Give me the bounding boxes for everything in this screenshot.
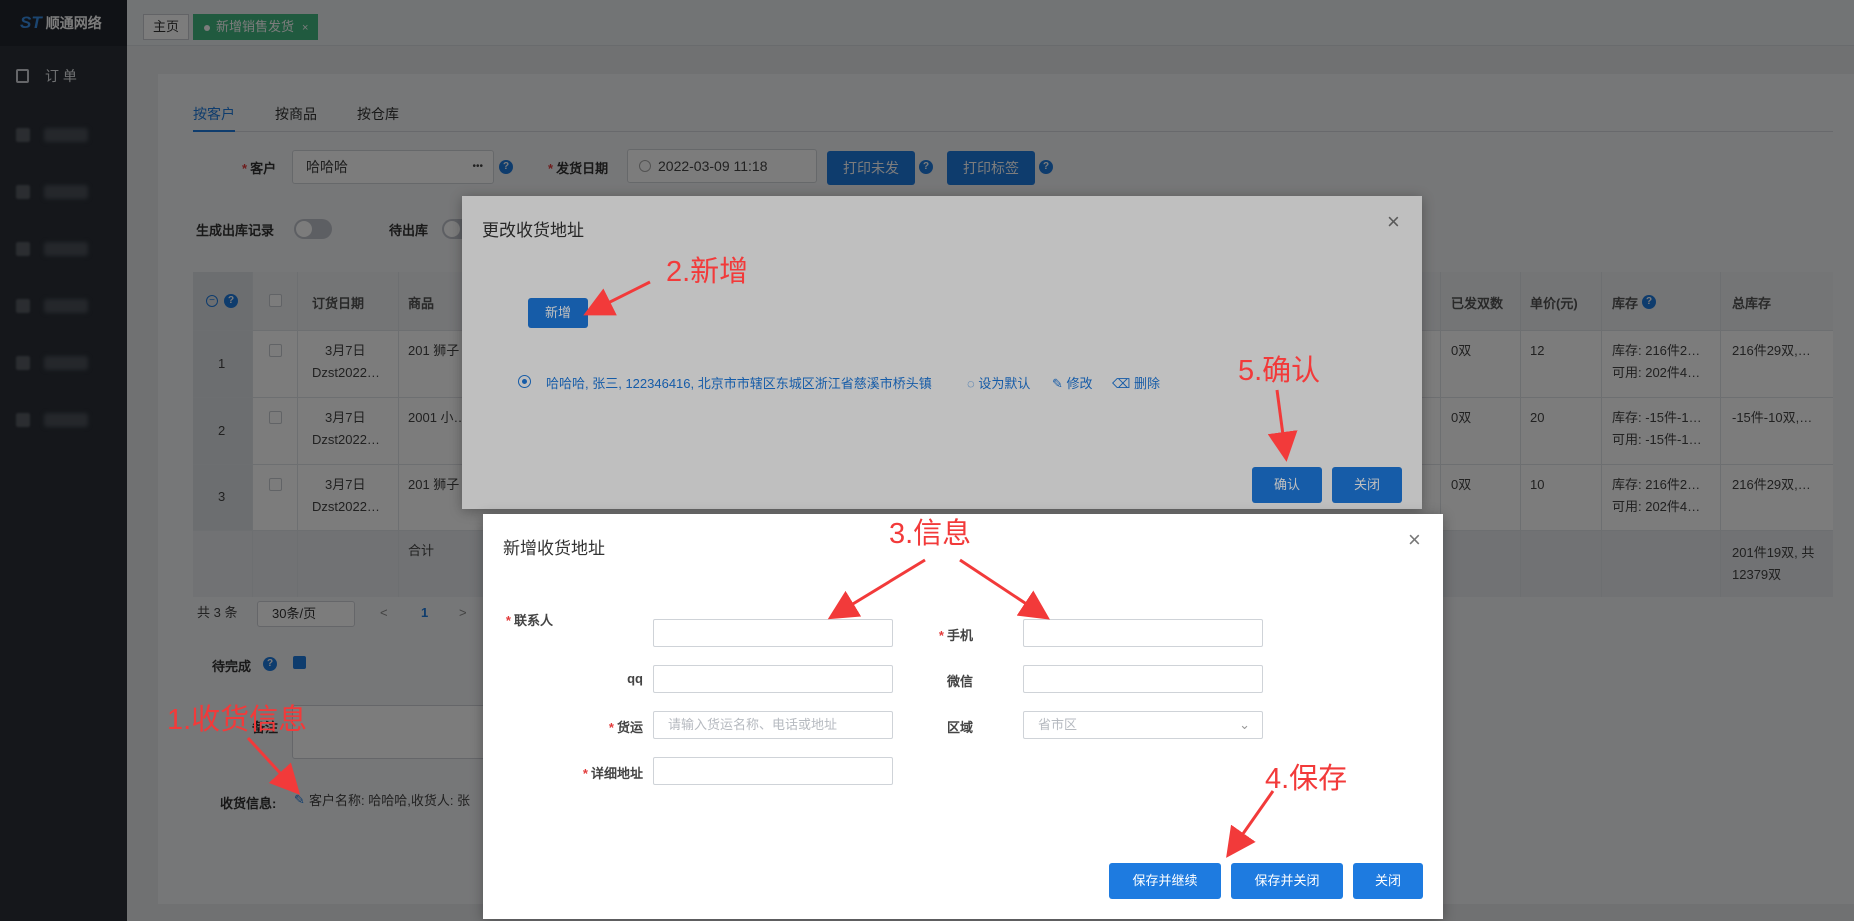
region-label: 区域 bbox=[946, 720, 973, 735]
close-button[interactable]: 关闭 bbox=[1353, 863, 1423, 899]
save-close-button[interactable]: 保存并关闭 bbox=[1231, 863, 1343, 899]
wechat-label: 微信 bbox=[946, 674, 973, 689]
chevron-down-icon: ⌄ bbox=[1239, 717, 1250, 732]
freight-input[interactable]: 请输入货运名称、电话或地址 bbox=[653, 711, 893, 739]
phone-input[interactable] bbox=[1023, 619, 1263, 647]
wechat-input[interactable] bbox=[1023, 665, 1263, 693]
annotation-5: 5.确认 bbox=[1238, 355, 1321, 387]
annotation-4: 4.保存 bbox=[1265, 763, 1348, 795]
qq-input[interactable] bbox=[653, 665, 893, 693]
region-placeholder: 省市区 bbox=[1038, 717, 1078, 732]
region-select[interactable]: 省市区 ⌄ bbox=[1023, 711, 1263, 739]
close-icon[interactable]: × bbox=[1408, 529, 1421, 551]
phone-label: * 手机 bbox=[938, 628, 973, 643]
add-address-dialog: 新增收货地址 × * 联系人 * 手机 qq 微信 * 货运 请输入货运名称、电话或地… bbox=[483, 514, 1443, 919]
save-continue-button[interactable]: 保存并继续 bbox=[1109, 863, 1221, 899]
contact-input[interactable] bbox=[653, 619, 893, 647]
address-label: * 详细地址 bbox=[582, 766, 643, 781]
annotation-2: 2.新增 bbox=[666, 256, 749, 288]
annotation-1: 1.收货信息 bbox=[167, 704, 308, 736]
contact-label: * 联系人 bbox=[505, 613, 553, 628]
dialog-title: 新增收货地址 bbox=[503, 539, 605, 558]
freight-label: * 货运 bbox=[608, 720, 643, 735]
qq-label: qq bbox=[627, 671, 643, 686]
freight-placeholder: 请输入货运名称、电话或地址 bbox=[668, 717, 838, 732]
address-input[interactable] bbox=[653, 757, 893, 785]
annotation-3: 3.信息 bbox=[889, 518, 972, 550]
